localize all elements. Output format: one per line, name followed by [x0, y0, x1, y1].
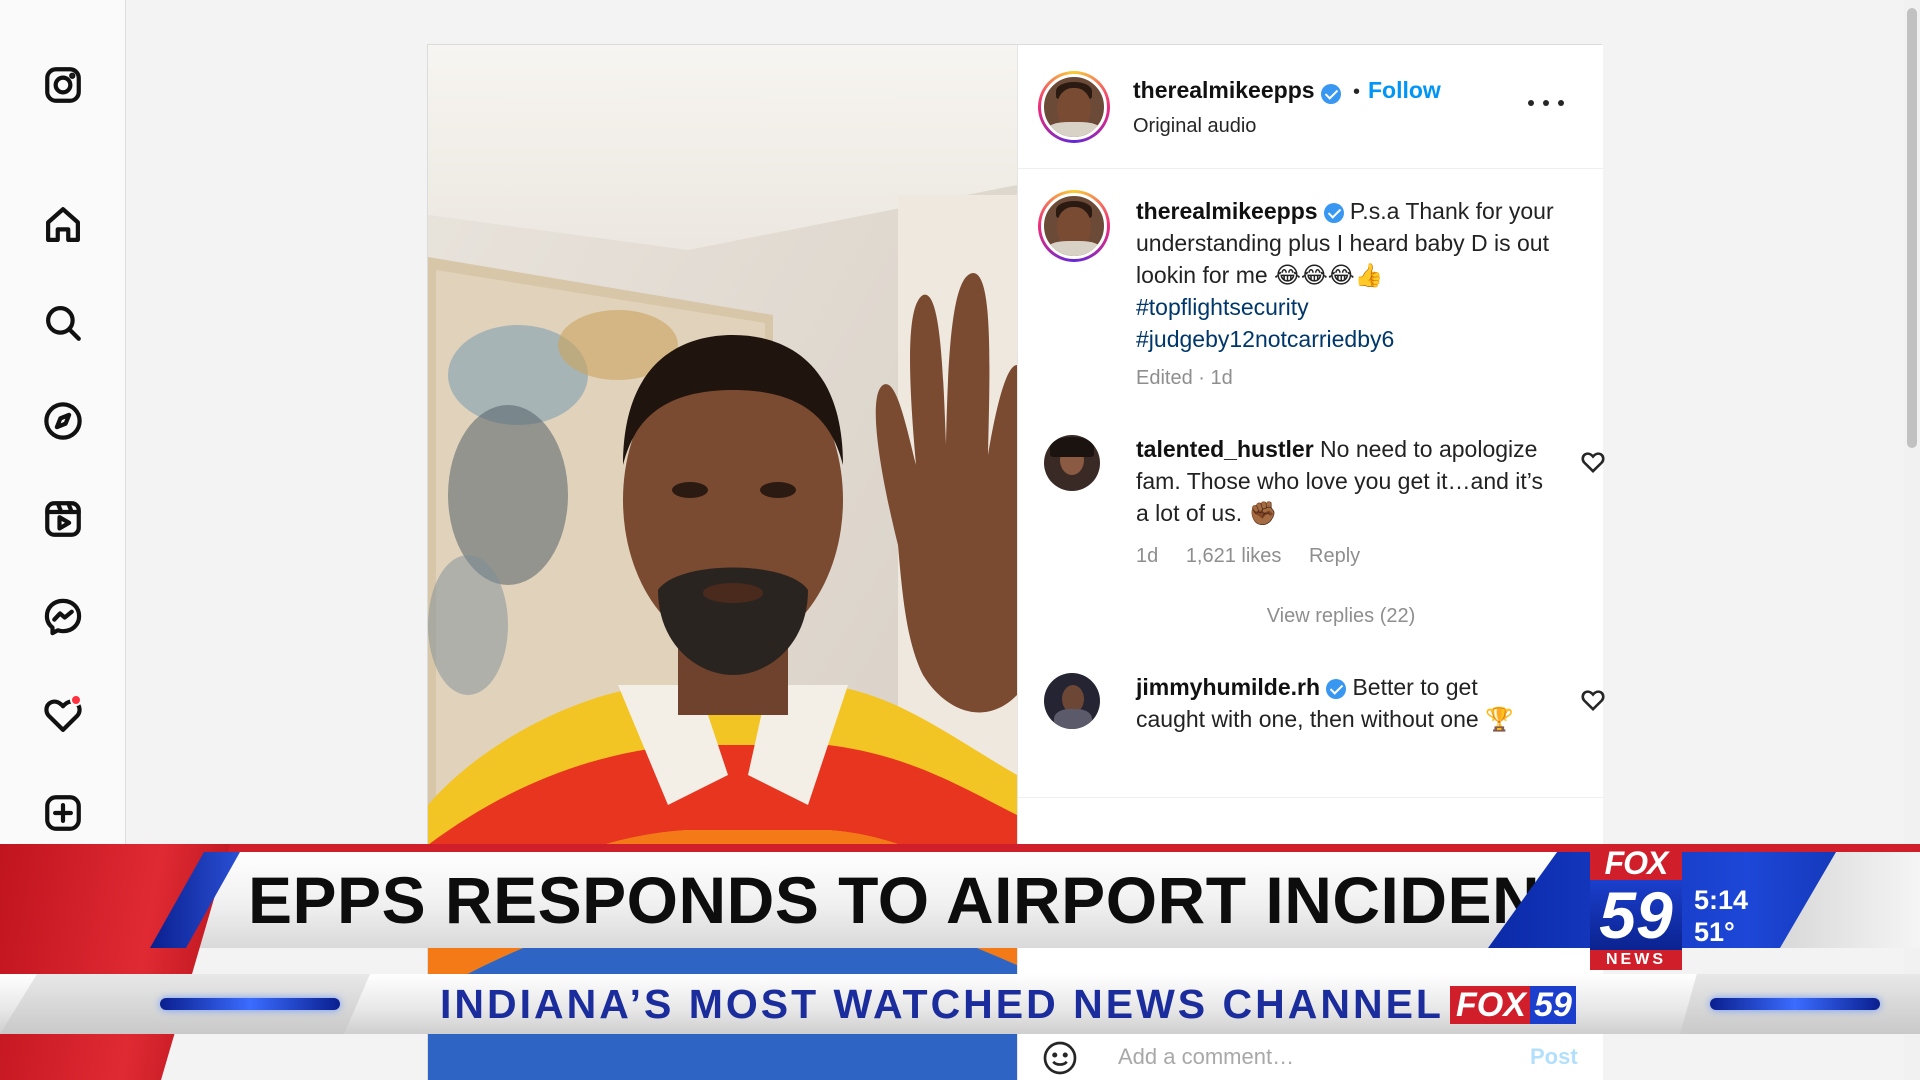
home-icon[interactable] [38, 200, 88, 250]
reels-icon[interactable] [38, 494, 88, 544]
author-username[interactable]: therealmikeepps [1133, 77, 1315, 103]
more-options-icon[interactable] [1528, 91, 1564, 115]
comment-meta: 1d 1,621 likes Reply [1136, 545, 1360, 568]
separator-dot: • [1352, 81, 1360, 103]
commenter-avatar[interactable] [1044, 435, 1100, 491]
scrollbar-thumb[interactable] [1907, 8, 1917, 448]
reply-button[interactable]: Reply [1309, 545, 1360, 567]
ticker-right-glow-line [1710, 998, 1880, 1010]
ticker-left-glow-line [160, 998, 340, 1010]
verified-badge-icon [1320, 83, 1341, 104]
caption-username[interactable]: therealmikeepps [1136, 198, 1318, 224]
logo-news-text: NEWS [1590, 950, 1682, 970]
headline-text: EPPS RESPONDS TO AIRPORT INCIDENT [248, 863, 1582, 937]
create-icon[interactable] [38, 788, 88, 838]
fox59-news-logo: FOX 59 NEWS [1590, 846, 1682, 970]
caption-meta: Edited · 1d [1136, 367, 1233, 389]
ticker-text: INDIANA’S MOST WATCHED NEWS CHANNEL [440, 981, 1444, 1027]
hashtag-judgeby12[interactable]: #judgeby12notcarriedby6 [1136, 326, 1394, 352]
post-header: therealmikeepps • Follow Original audio [1018, 45, 1604, 169]
news-lower-third: EPPS RESPONDS TO AIRPORT INCIDENT FOX 59… [0, 844, 1920, 1080]
follow-button[interactable]: Follow [1368, 77, 1441, 103]
comment-likes[interactable]: 1,621 likes [1186, 545, 1282, 567]
verified-badge-icon [1323, 202, 1344, 223]
hashtag-topflightsecurity[interactable]: #topflightsecurity [1136, 294, 1309, 320]
notifications-icon[interactable] [38, 690, 88, 740]
screen: therealmikeepps • Follow Original audio t… [0, 0, 1920, 1080]
explore-icon[interactable] [38, 396, 88, 446]
comment-body: talented_hustler No need to apologize fa… [1136, 433, 1546, 529]
notification-badge [70, 694, 82, 706]
like-comment-heart-icon[interactable] [1580, 687, 1606, 713]
comment-username[interactable]: jimmyhumilde.rh [1136, 674, 1320, 700]
clock-time: 5:14 [1694, 885, 1749, 915]
search-icon[interactable] [38, 298, 88, 348]
ticker-fox59-logo: FOX 59 [1450, 986, 1576, 1024]
logo-channel-number: 59 [1590, 880, 1682, 950]
ticker-logo-number: 59 [1530, 986, 1576, 1024]
author-avatar[interactable] [1038, 71, 1110, 143]
messenger-icon[interactable] [38, 592, 88, 642]
verified-badge-icon [1326, 678, 1347, 699]
caption-body: therealmikeepps P.s.a Thank for your und… [1136, 195, 1556, 355]
view-replies-button[interactable]: View replies (22) [1136, 605, 1546, 628]
audio-label[interactable]: Original audio [1133, 115, 1256, 138]
logo-fox-text: FOX [1590, 846, 1682, 880]
time-temperature: 5:14 51° [1694, 884, 1748, 948]
like-comment-heart-icon[interactable] [1580, 449, 1606, 475]
ticker-bar: INDIANA’S MOST WATCHED NEWS CHANNEL FOX … [0, 974, 1920, 1034]
comment-time: 1d [1136, 545, 1159, 567]
author-line: therealmikeepps • Follow [1133, 77, 1441, 104]
comment-body: jimmyhumilde.rh Better to get caught wit… [1136, 671, 1546, 735]
instagram-icon[interactable] [38, 60, 88, 110]
ticker-logo-fox: FOX [1456, 986, 1526, 1024]
caption-avatar[interactable] [1038, 190, 1110, 262]
commenter-avatar[interactable] [1044, 673, 1100, 729]
temperature: 51° [1694, 917, 1735, 947]
comment-username[interactable]: talented_hustler [1136, 436, 1314, 462]
